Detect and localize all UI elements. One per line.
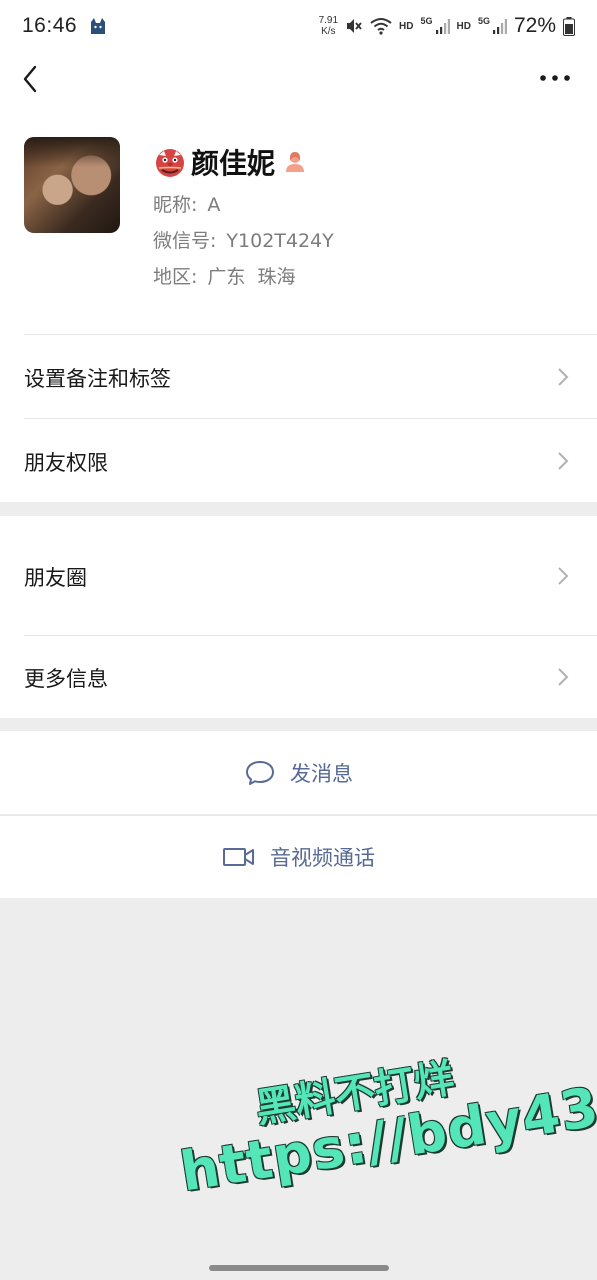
region-line: 地区: 广东 珠海 [153, 262, 296, 289]
chevron-left-icon[interactable] [18, 62, 48, 96]
menu-item-label: 设置备注和标签 [24, 367, 171, 391]
home-indicator[interactable] [209, 1265, 389, 1271]
chevron-right-icon [558, 567, 569, 585]
hd-badge-1: HD [399, 20, 414, 32]
status-time: 16:46 [22, 14, 78, 37]
chevron-right-icon [558, 452, 569, 470]
signal-icon-2 [492, 19, 507, 34]
menu-item-label: 更多信息 [24, 667, 108, 691]
wifi-icon [370, 18, 392, 35]
female-gender-icon [286, 152, 305, 172]
video-call-label: 音视频通话 [270, 845, 375, 870]
region-value: 广东 珠海 [207, 266, 296, 288]
divider [24, 334, 597, 335]
send-message-label: 发消息 [290, 761, 353, 786]
nickname-line: 昵称: A [153, 190, 220, 217]
nav-bar [0, 52, 597, 104]
battery-icon [563, 16, 575, 36]
divider [24, 418, 597, 419]
name-row: 颜佳妮 [153, 142, 307, 182]
net-speed: 7.91 K/s [319, 15, 338, 37]
divider [24, 635, 597, 636]
video-call-button[interactable]: 音视频通话 [0, 815, 597, 898]
menu-item-label: 朋友权限 [24, 451, 108, 475]
menu-item-label: 朋友圈 [24, 566, 87, 590]
hd-badge-2: HD [456, 20, 471, 32]
5g-label-2: 5G [477, 16, 490, 26]
nickname-label: 昵称: [153, 194, 198, 216]
wechat-id-label: 微信号: [153, 230, 217, 252]
contact-name: 颜佳妮 [191, 147, 276, 180]
goblin-emoji-icon [156, 149, 184, 177]
profile-card: 颜佳妮 昵称: A 微信号: Y102T424Y 地区: 广东 珠海 [0, 104, 597, 334]
divider [0, 815, 597, 816]
wechat-id-line[interactable]: 微信号: Y102T424Y [153, 226, 334, 253]
5g-label-1: 5G [420, 16, 433, 26]
wechat-id-value: Y102T424Y [226, 230, 334, 252]
more-horizontal-icon[interactable] [538, 68, 572, 88]
region-label: 地区: [153, 266, 198, 288]
chevron-right-icon [558, 668, 569, 686]
chat-bubble-icon [246, 760, 274, 785]
net-speed-value: 7.91 [318, 15, 339, 26]
status-bar: 16:46 7.91 K/s HD 5G HD 5G 72% [0, 0, 597, 52]
nickname-value: A [207, 194, 221, 216]
watermark: 黑料不打烊 https://bdy43.co [168, 1027, 597, 1238]
video-camera-icon [223, 847, 254, 866]
net-speed-unit: K/s [321, 26, 336, 37]
signal-icon [435, 19, 450, 34]
menu-item-friend-permissions[interactable]: 朋友权限 [0, 418, 597, 502]
chevron-right-icon [558, 368, 569, 386]
mute-icon [347, 19, 362, 33]
menu-item-remark-tags[interactable]: 设置备注和标签 [0, 334, 597, 418]
cat-icon [91, 18, 106, 34]
menu-item-moments[interactable]: 朋友圈 [0, 516, 597, 635]
battery-percent: 72% [513, 14, 556, 37]
menu-item-more-info[interactable]: 更多信息 [0, 635, 597, 718]
avatar[interactable] [24, 137, 120, 233]
send-message-button[interactable]: 发消息 [0, 731, 597, 814]
